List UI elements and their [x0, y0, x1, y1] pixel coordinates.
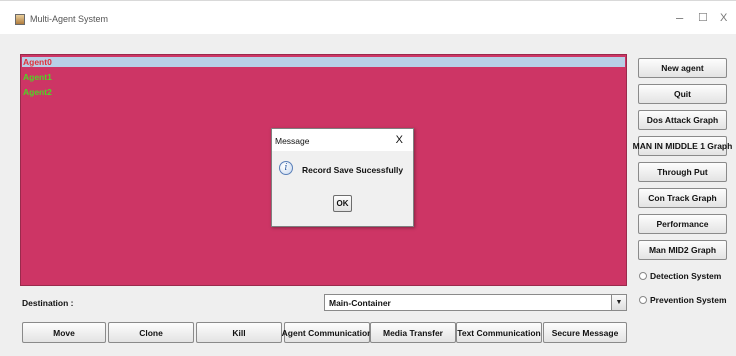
maximize-button[interactable]: ☐: [698, 11, 708, 25]
radio-circle-icon[interactable]: [639, 296, 647, 304]
agent-list-item[interactable]: Agent2: [23, 87, 52, 97]
through-put-button[interactable]: Through Put: [638, 162, 727, 182]
performance-button[interactable]: Performance: [638, 214, 727, 234]
man-in-middle-1-graph-button[interactable]: MAN IN MIDDLE 1 Graph: [633, 136, 732, 156]
minimize-button[interactable]: –: [676, 11, 683, 25]
prevention-system-radio[interactable]: Prevention System: [639, 295, 727, 305]
clone-button[interactable]: Clone: [108, 322, 194, 343]
text-communication-button[interactable]: Text Communication: [456, 322, 542, 343]
con-track-graph-button[interactable]: Con Track Graph: [638, 188, 727, 208]
media-transfer-button[interactable]: Media Transfer: [370, 322, 456, 343]
destination-label: Destination :: [22, 298, 74, 308]
radio-label: Detection System: [650, 271, 722, 281]
destination-selected-value: Main-Container: [329, 298, 391, 308]
new-agent-button[interactable]: New agent: [638, 58, 727, 78]
man-mid2-graph-button[interactable]: Man MID2 Graph: [638, 240, 727, 260]
agent-list-item[interactable]: Agent1: [23, 72, 52, 82]
move-button[interactable]: Move: [22, 322, 106, 343]
dialog-title: Message: [275, 136, 310, 146]
message-dialog: Message X i Record Save Sucessfully OK: [271, 128, 414, 227]
close-button[interactable]: X: [720, 11, 727, 25]
dos-attack-graph-button[interactable]: Dos Attack Graph: [638, 110, 727, 130]
destination-select[interactable]: Main-Container ▼: [324, 294, 627, 311]
kill-button[interactable]: Kill: [196, 322, 282, 343]
secure-message-button[interactable]: Secure Message: [543, 322, 627, 343]
dialog-message: Record Save Sucessfully: [302, 165, 404, 175]
window-title: Multi-Agent System: [30, 14, 109, 24]
information-icon: i: [279, 161, 293, 175]
quit-button[interactable]: Quit: [638, 84, 727, 104]
window-titlebar: Multi-Agent System – ☐ X: [0, 0, 736, 35]
radio-circle-icon[interactable]: [639, 272, 647, 280]
agent-list-item[interactable]: Agent0: [22, 57, 625, 67]
detection-system-radio[interactable]: Detection System: [639, 271, 721, 281]
dropdown-arrow-icon[interactable]: ▼: [611, 295, 626, 310]
java-app-icon: [15, 14, 25, 25]
radio-label: Prevention System: [650, 295, 727, 305]
ok-button[interactable]: OK: [333, 195, 352, 212]
agent-communication-button[interactable]: Agent Communication: [282, 322, 372, 343]
dialog-body: i Record Save Sucessfully OK: [272, 151, 413, 226]
dialog-close-button[interactable]: X: [396, 134, 403, 146]
